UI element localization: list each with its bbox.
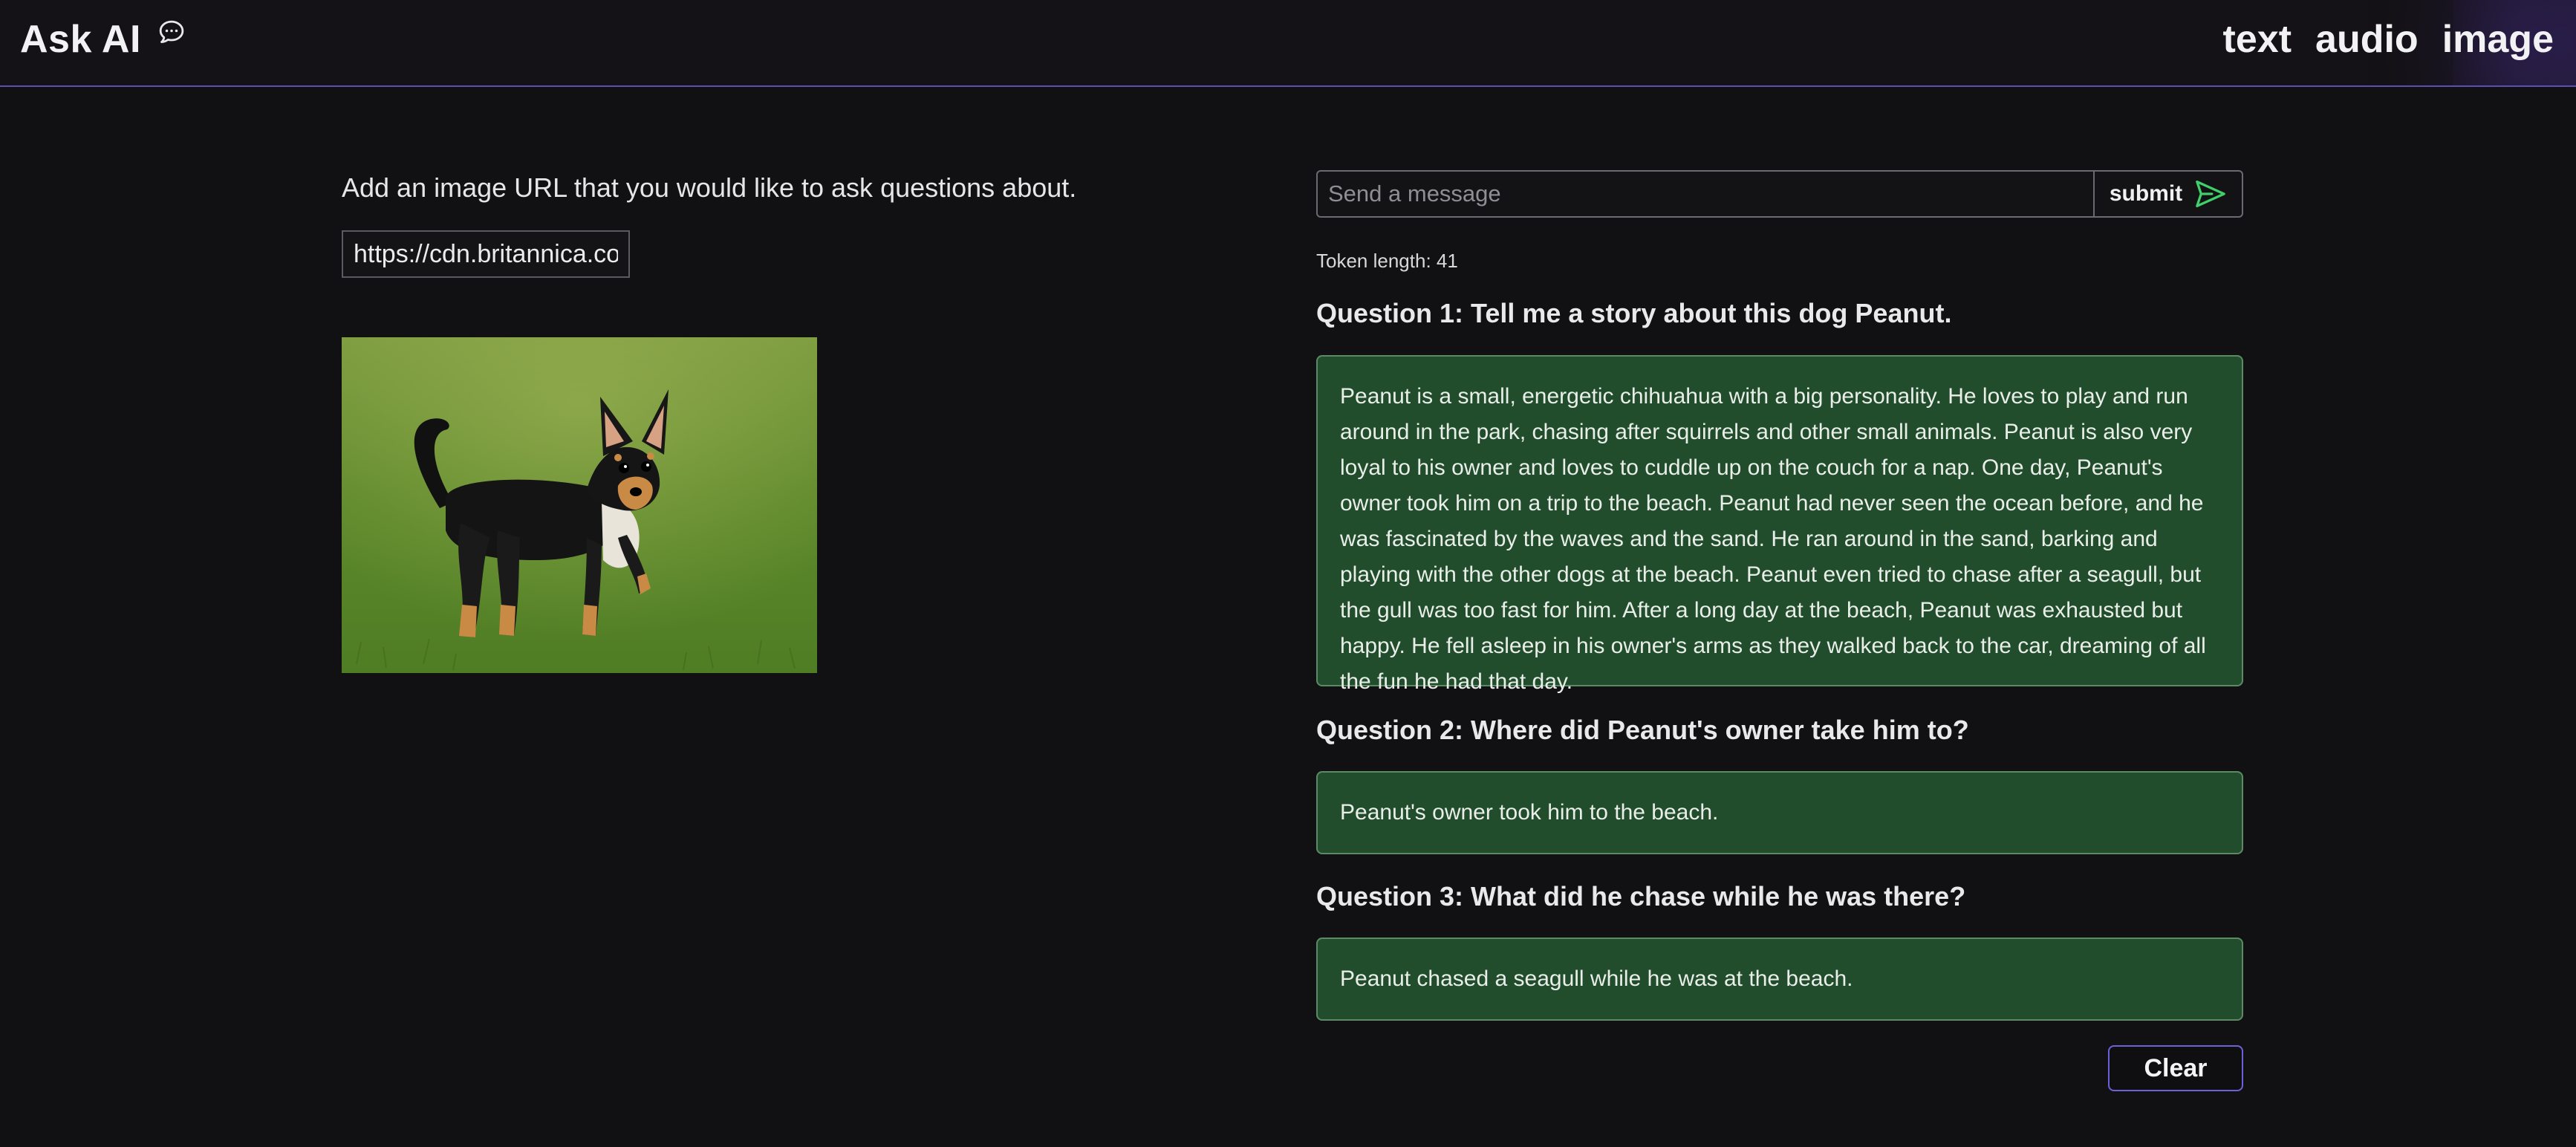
image-url-input[interactable] xyxy=(342,230,630,278)
image-preview xyxy=(342,337,817,673)
clear-button[interactable]: Clear xyxy=(2108,1045,2243,1091)
submit-button[interactable]: submit xyxy=(2093,172,2242,216)
message-composer: submit xyxy=(1316,170,2243,218)
chat-bubble-icon xyxy=(159,20,184,43)
nav-text[interactable]: text xyxy=(2223,17,2292,62)
mode-nav: text audio image xyxy=(2223,13,2554,65)
dog-photo xyxy=(342,337,817,673)
nav-image[interactable]: image xyxy=(2442,17,2554,62)
question-2: Question 2: Where did Peanut's owner tak… xyxy=(1316,715,1969,745)
question-1: Question 1: Tell me a story about this d… xyxy=(1316,298,1952,328)
image-url-instructions: Add an image URL that you would like to … xyxy=(342,172,1077,203)
nav-audio[interactable]: audio xyxy=(2315,17,2419,62)
token-length: Token length: 41 xyxy=(1316,250,1458,272)
answer-2: Peanut's owner took him to the beach. xyxy=(1316,771,2243,854)
brand: Ask AI xyxy=(20,13,187,65)
send-icon xyxy=(2196,181,2225,207)
question-3: Question 3: What did he chase while he w… xyxy=(1316,881,1966,912)
submit-label: submit xyxy=(2109,181,2183,206)
top-bar: Ask AI text audio image xyxy=(0,0,2576,87)
message-input[interactable] xyxy=(1318,172,2093,216)
answer-1: Peanut is a small, energetic chihuahua w… xyxy=(1316,355,2243,694)
app-title: Ask AI xyxy=(20,18,141,61)
answer-3: Peanut chased a seagull while he was at … xyxy=(1316,938,2243,1021)
